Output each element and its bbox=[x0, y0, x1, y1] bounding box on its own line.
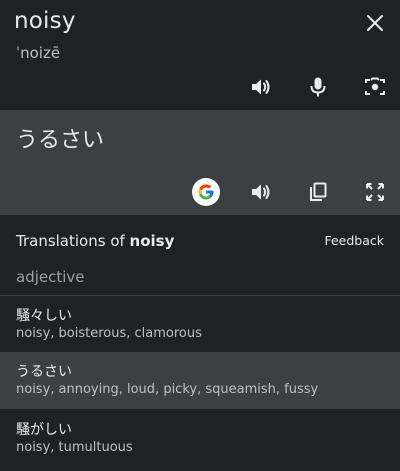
translations-section: Translations of noisy Feedback adjective… bbox=[0, 215, 400, 471]
fullscreen-icon bbox=[366, 183, 384, 201]
translation-entry[interactable]: 騒々しい noisy, boisterous, clamorous bbox=[0, 295, 400, 352]
source-panel: noisy ˈnoizē bbox=[0, 0, 400, 110]
target-listen-button[interactable] bbox=[246, 177, 276, 207]
source-word[interactable]: noisy bbox=[14, 8, 76, 34]
fullscreen-button[interactable] bbox=[360, 177, 390, 207]
translations-heading: Translations of noisy bbox=[16, 232, 174, 250]
google-search-button[interactable] bbox=[192, 178, 220, 206]
entry-word: 騒々しい bbox=[16, 308, 72, 324]
close-button[interactable] bbox=[362, 10, 388, 36]
camera-search-button[interactable] bbox=[360, 72, 390, 102]
target-word[interactable]: うるさい bbox=[16, 122, 104, 154]
google-g-icon bbox=[198, 184, 214, 200]
translations-heading-prefix: Translations of bbox=[16, 232, 130, 250]
translations-heading-word: noisy bbox=[129, 232, 175, 250]
copy-icon bbox=[310, 182, 327, 201]
feedback-link[interactable]: Feedback bbox=[324, 233, 384, 248]
part-of-speech-label: adjective bbox=[16, 268, 85, 286]
translation-entry[interactable]: 騒がしい noisy, tumultuous bbox=[0, 410, 400, 467]
target-panel: うるさい bbox=[0, 110, 400, 215]
entry-word: うるさい bbox=[16, 364, 72, 380]
entry-meanings: noisy, annoying, loud, picky, squeamish,… bbox=[16, 382, 319, 397]
copy-button[interactable] bbox=[303, 177, 333, 207]
phonetic-text: ˈnoizē bbox=[16, 44, 61, 62]
translation-entry-selected[interactable]: うるさい noisy, annoying, loud, picky, squea… bbox=[0, 352, 400, 409]
entry-word: 騒がしい bbox=[16, 422, 72, 438]
entry-meanings: noisy, boisterous, clamorous bbox=[16, 326, 202, 341]
entry-meanings: noisy, tumultuous bbox=[16, 440, 133, 455]
speaker-icon bbox=[252, 184, 270, 200]
microphone-button[interactable] bbox=[303, 72, 333, 102]
close-icon bbox=[367, 15, 383, 31]
camera-search-icon bbox=[365, 77, 385, 95]
microphone-icon bbox=[310, 77, 326, 97]
source-listen-button[interactable] bbox=[246, 72, 276, 102]
speaker-icon bbox=[252, 79, 270, 95]
